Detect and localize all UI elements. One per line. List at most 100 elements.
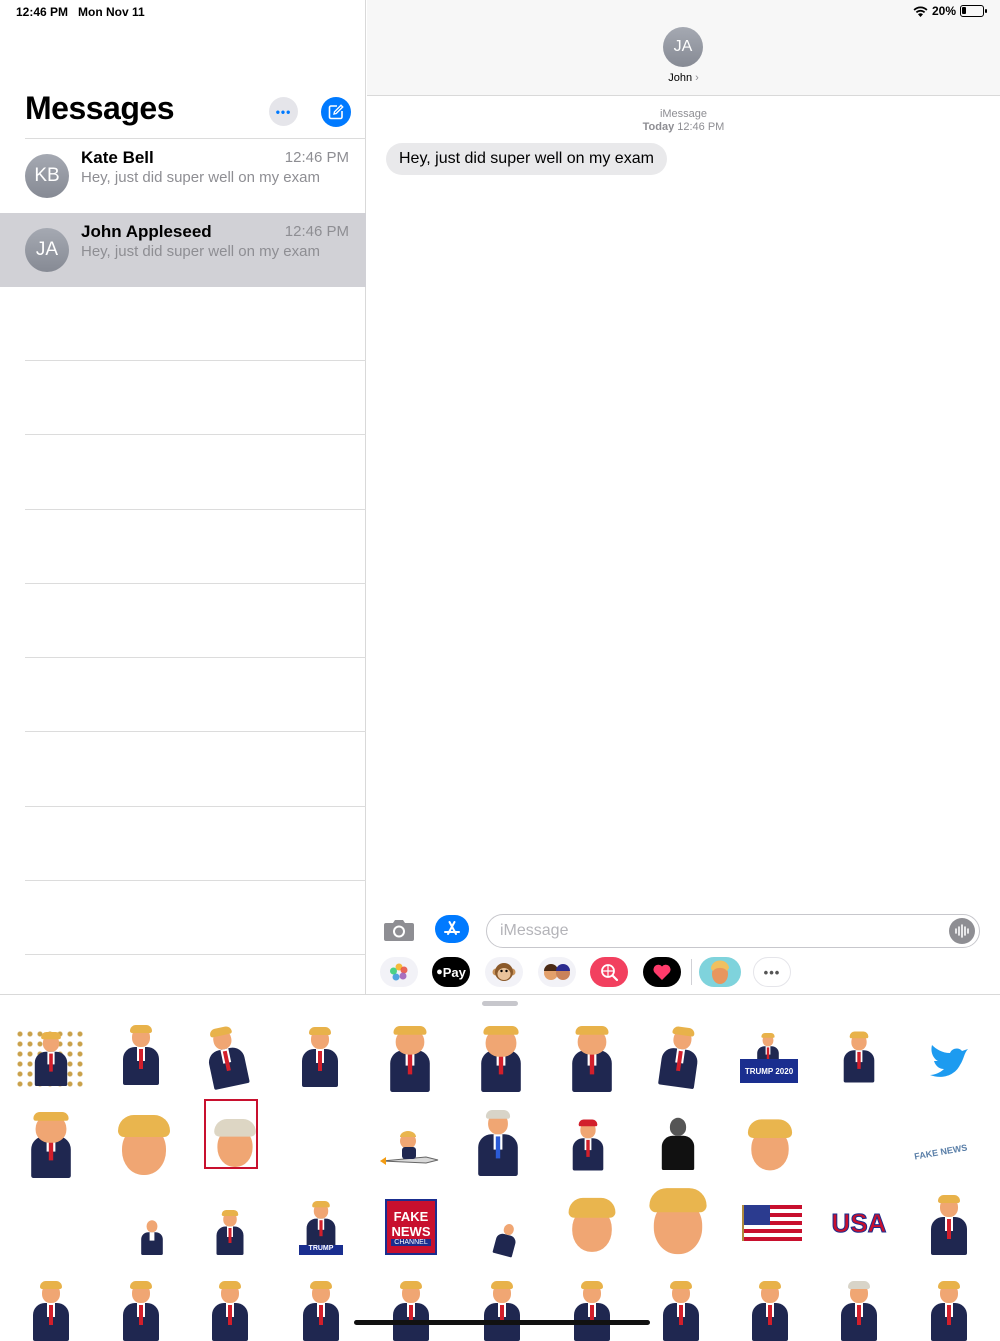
- message-input[interactable]: iMessage: [486, 914, 980, 948]
- sticker-dancing[interactable]: [105, 1021, 177, 1085]
- sticker-usa[interactable]: USA: [823, 1191, 895, 1255]
- ellipsis-icon: •••: [275, 104, 292, 119]
- sticker-standing[interactable]: [462, 1109, 534, 1176]
- animoji-button[interactable]: [485, 957, 523, 987]
- sticker-bust-row4-2[interactable]: [105, 1277, 177, 1341]
- sticker-image: TRUMP: [293, 1195, 349, 1255]
- trump-stickers-app-button[interactable]: [699, 957, 741, 987]
- fake-news-line1: FAKE: [393, 1208, 429, 1224]
- apple-logo-icon: ●: [436, 966, 443, 978]
- more-options-button[interactable]: •••: [269, 97, 298, 126]
- sticker-bust[interactable]: [194, 1191, 266, 1255]
- message-preview: Hey, just did super well on my exam: [81, 243, 320, 260]
- sticker-bust-row4-6[interactable]: [466, 1277, 538, 1341]
- sticker-face-shout[interactable]: [642, 1187, 714, 1255]
- sticker-time-cover[interactable]: [195, 1099, 267, 1169]
- sticker-bust-row4-1[interactable]: [15, 1277, 87, 1341]
- fake-news-line3: CHANNEL: [391, 1238, 431, 1246]
- sticker-silhouette[interactable]: [642, 1109, 714, 1173]
- usa-text: USA: [831, 1208, 887, 1239]
- conversation-row-kate-bell[interactable]: KB Kate Bell 12:46 PM Hey, just did supe…: [0, 139, 366, 213]
- status-time: 12:46 PM: [16, 5, 69, 19]
- sticker-caricature-smile[interactable]: [465, 1025, 537, 1092]
- sticker-figure: [835, 1031, 883, 1083]
- contact-name-header[interactable]: John ›: [367, 72, 1000, 84]
- sticker-bust-row4-11[interactable]: [913, 1277, 985, 1341]
- sticker-figure: [564, 1281, 620, 1341]
- sticker-thumbs-up[interactable]: [913, 1191, 985, 1255]
- digital-touch-button[interactable]: [643, 957, 681, 987]
- more-apps-button[interactable]: •••: [753, 957, 791, 987]
- sticker-caricature-thumb[interactable]: [374, 1025, 446, 1092]
- received-message-bubble[interactable]: Hey, just did super well on my exam: [386, 143, 667, 175]
- memoji-button[interactable]: [538, 957, 576, 987]
- sticker-running[interactable]: [466, 1191, 538, 1258]
- sticker-figure: [831, 1281, 887, 1341]
- sticker-figure: [467, 1110, 529, 1176]
- wifi-icon: [913, 6, 928, 17]
- sticker-trump-podium[interactable]: TRUMP: [285, 1191, 357, 1255]
- sticker-caricature-point[interactable]: [556, 1025, 628, 1092]
- battery-fill: [962, 7, 966, 14]
- timestamp-time: 12:46 PM: [677, 121, 725, 133]
- sticker-trump-2020[interactable]: TRUMP 2020: [732, 1023, 804, 1087]
- sticker-pointing[interactable]: [644, 1023, 716, 1090]
- sticker-fake-news-small[interactable]: FAKE NEWS: [905, 1111, 977, 1175]
- sticker-bust-row4-5[interactable]: [375, 1277, 447, 1341]
- contact-avatar[interactable]: JA: [663, 27, 703, 67]
- sticker-figure: [561, 1026, 623, 1092]
- image-search-button[interactable]: [590, 957, 628, 987]
- sticker-figure: [211, 1117, 256, 1167]
- empty-row-divider: [25, 657, 366, 658]
- sticker-arms-up[interactable]: [284, 1023, 356, 1087]
- audio-message-button[interactable]: [949, 918, 975, 944]
- sticker-bust-row4-8[interactable]: [645, 1277, 717, 1341]
- sticker-maga-hat[interactable]: [552, 1111, 624, 1175]
- sticker-bust-row4-10[interactable]: [823, 1277, 895, 1341]
- sticker-figure: [293, 1281, 349, 1341]
- sticker-money-rain[interactable]: [15, 1023, 87, 1087]
- contact-name: Kate Bell: [81, 148, 154, 167]
- sticker-figure: [474, 1281, 530, 1341]
- sticker-figure: [648, 1023, 712, 1090]
- sticker-fake-news[interactable]: FAKE NEWS CHANNEL: [375, 1191, 447, 1255]
- sticker-twitter-bird[interactable]: [913, 1021, 985, 1085]
- sticker-caricature-wave[interactable]: [108, 1111, 180, 1175]
- empty-row-divider: [25, 509, 366, 510]
- sticker-figure: [26, 1032, 76, 1086]
- sticker-image: [15, 1029, 87, 1087]
- trump-face-icon: [710, 960, 729, 984]
- sticker-figure: [135, 1219, 169, 1255]
- twitter-bird-icon: [930, 1045, 968, 1077]
- home-indicator[interactable]: [354, 1320, 650, 1325]
- sticker-bust-row4-3[interactable]: [194, 1277, 266, 1341]
- compose-button[interactable]: [321, 97, 351, 127]
- sticker-figure: [742, 1281, 798, 1341]
- conversation-row-john-appleseed[interactable]: JA John Appleseed 12:46 PM Hey, just did…: [0, 213, 366, 287]
- drawer-grabber[interactable]: [482, 1001, 518, 1006]
- sticker-bust-row4-9[interactable]: [734, 1277, 806, 1341]
- sticker-dancing-2[interactable]: [190, 1023, 262, 1091]
- podium-label: TRUMP: [299, 1245, 343, 1255]
- sticker-face-frown[interactable]: [734, 1111, 806, 1175]
- sticker-us-flag[interactable]: [736, 1191, 808, 1255]
- camera-button[interactable]: [383, 918, 415, 942]
- sticker-figure: [921, 1281, 977, 1341]
- sticker-dancing-3[interactable]: [823, 1023, 895, 1087]
- sticker-face-neutral[interactable]: [556, 1191, 628, 1255]
- sticker-figure: [470, 1026, 532, 1092]
- photos-app-button[interactable]: [380, 957, 418, 987]
- app-store-button[interactable]: [435, 915, 469, 943]
- apple-pay-button[interactable]: ● Pay: [432, 957, 470, 987]
- chevron-right-icon: ›: [695, 72, 699, 84]
- sticker-bust-row4-7[interactable]: [556, 1277, 628, 1341]
- status-date: Mon Nov 11: [78, 5, 145, 19]
- sticker-rocket-ride[interactable]: [374, 1111, 446, 1175]
- message-time: 12:46 PM: [284, 149, 349, 166]
- conversation-pane: JA John › iMessage Today 12:46 PM Hey, j…: [367, 0, 1000, 994]
- sticker-kneeling[interactable]: [116, 1191, 188, 1255]
- sticker-caricature-hands[interactable]: [15, 1111, 87, 1178]
- sticker-bust-row4-4[interactable]: [285, 1277, 357, 1341]
- rocket-icon: [380, 1131, 439, 1165]
- sticker-figure: [745, 1118, 796, 1171]
